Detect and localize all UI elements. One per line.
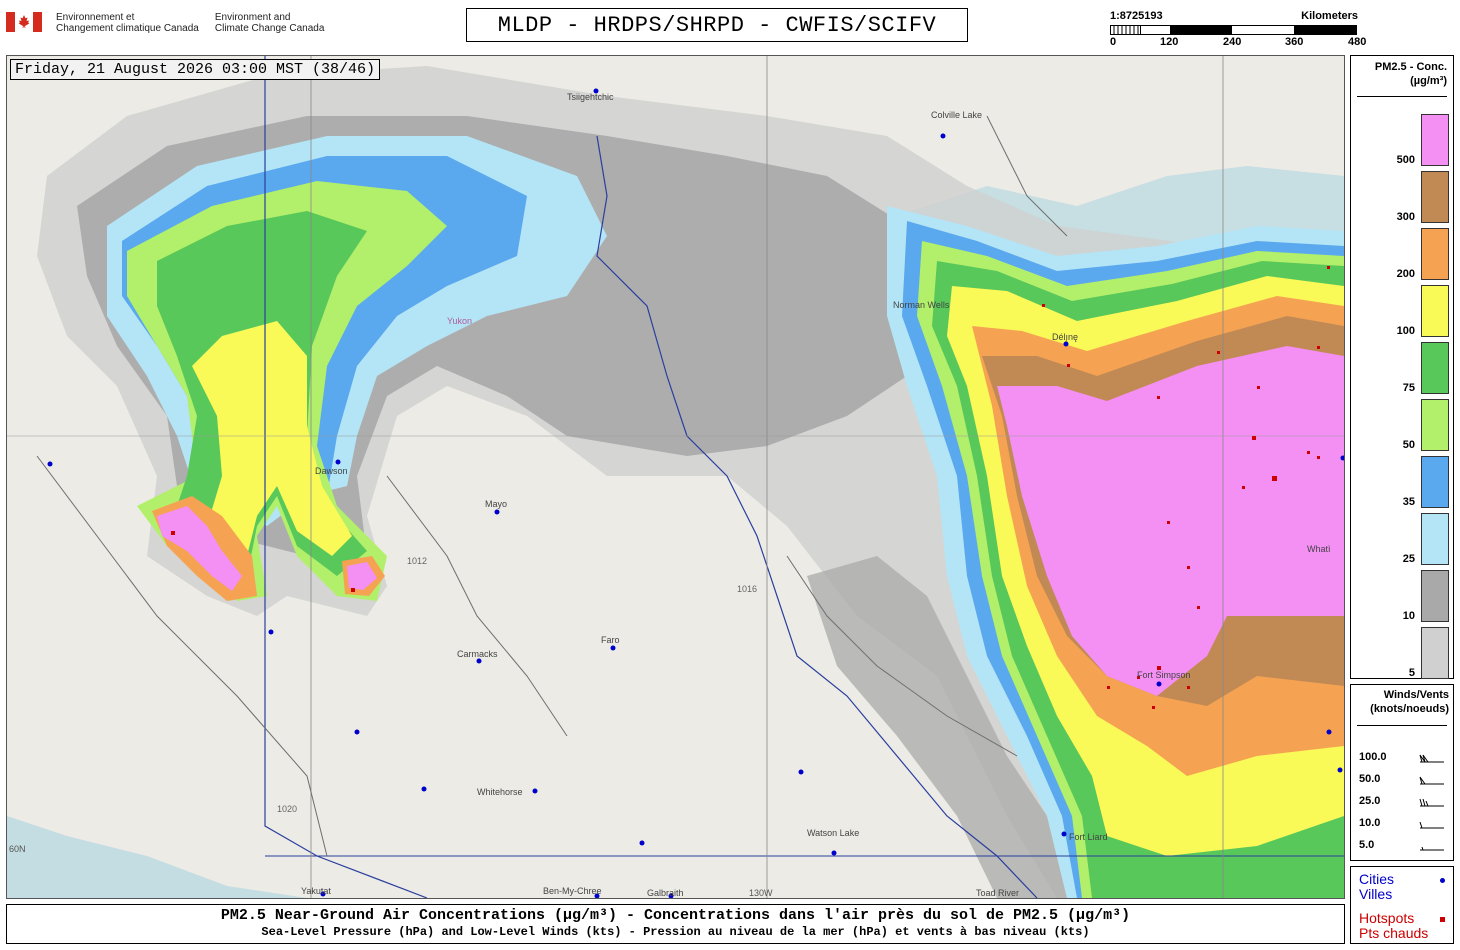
points-legend: Cities Villes Hotspots Pts chauds bbox=[1350, 866, 1454, 944]
city-dot-icon bbox=[1440, 878, 1445, 883]
cities-legend-label: Cities Villes bbox=[1359, 871, 1395, 902]
wind-legend-row: 25.0 bbox=[1359, 795, 1449, 807]
wind-legend-title: Winds/Vents (knots/noeuds) bbox=[1370, 689, 1449, 715]
wind-speed-label: 5.0 bbox=[1359, 839, 1375, 851]
product-title: MLDP - HRDPS/SHRPD - CWFIS/SCIFV bbox=[466, 8, 968, 42]
city-label: Fort Simpson bbox=[1137, 670, 1191, 680]
legend-bin-label: 5 bbox=[1408, 667, 1415, 679]
wind-barb-icon bbox=[1419, 776, 1444, 785]
scale-label: 480 bbox=[1348, 36, 1367, 48]
wind-legend-row: 100.0 bbox=[1359, 751, 1449, 763]
wind-speed-label: 10.0 bbox=[1359, 817, 1381, 829]
caption-main: PM2.5 Near-Ground Air Concentrations (µg… bbox=[220, 907, 1131, 924]
legend-bin-label: 300 bbox=[1396, 211, 1415, 223]
legend-bin-label: 100 bbox=[1396, 325, 1415, 337]
graticule-label: 130W bbox=[749, 888, 773, 898]
city-label: Fort Liard bbox=[1069, 832, 1108, 842]
legend-swatch bbox=[1421, 228, 1449, 280]
map-canvas bbox=[7, 56, 1344, 898]
legend-bin-label: 75 bbox=[1402, 382, 1415, 394]
city-label: Tsiigehtchic bbox=[567, 92, 614, 102]
city-label: Galbraith bbox=[647, 888, 684, 898]
wind-speed-label: 100.0 bbox=[1359, 751, 1387, 763]
city-label: Carmacks bbox=[457, 649, 498, 659]
wind-legend-row: 50.0 bbox=[1359, 773, 1449, 785]
pacific-coast bbox=[7, 816, 307, 898]
city-label: Dawson bbox=[315, 466, 348, 476]
legend-swatch bbox=[1421, 513, 1449, 565]
legend-bin-label: 200 bbox=[1396, 268, 1415, 280]
legend-swatch bbox=[1421, 456, 1449, 508]
scale-unit: Kilometers bbox=[1301, 10, 1358, 22]
territory-label: Yukon bbox=[447, 316, 473, 326]
wind-legend-row: 5.0 bbox=[1359, 839, 1449, 851]
legend-swatch bbox=[1421, 627, 1449, 679]
isobar-label: 1012 bbox=[407, 556, 428, 566]
city-label: Watson Lake bbox=[807, 828, 860, 838]
pm25-legend: PM2.5 - Conc. (µg/m³) 500 300 200 100 75 50 35 2… bbox=[1350, 55, 1454, 679]
legend-title: PM2.5 - Conc. (µg/m³) bbox=[1374, 61, 1447, 87]
scale-label: 360 bbox=[1285, 36, 1304, 48]
isobar-label: 1020 bbox=[277, 804, 298, 814]
wind-barb-icon bbox=[1420, 846, 1444, 851]
legend-swatch bbox=[1421, 285, 1449, 337]
scale-label: 240 bbox=[1223, 36, 1242, 48]
city-label: Délı̨nę bbox=[1052, 332, 1079, 342]
wind-speed-label: 50.0 bbox=[1359, 773, 1381, 785]
legend-swatch bbox=[1421, 171, 1449, 223]
city-label: Mayo bbox=[485, 499, 508, 509]
city-label: Norman Wells bbox=[893, 300, 950, 310]
scale-label: 120 bbox=[1160, 36, 1179, 48]
department-name-fr: Environnement et Changement climatique Ca… bbox=[56, 12, 199, 34]
city-label: Whatì bbox=[1307, 544, 1331, 554]
city-label: Faro bbox=[601, 635, 620, 645]
wind-barb-icon bbox=[1419, 821, 1444, 829]
canada-flag-icon bbox=[6, 12, 42, 32]
map-caption: PM2.5 Near-Ground Air Concentrations (µg… bbox=[6, 904, 1345, 944]
graticule-label: 60N bbox=[9, 844, 26, 854]
hotspot-square-icon bbox=[1440, 917, 1445, 922]
legend-bin-label: 10 bbox=[1402, 610, 1415, 622]
scale-bar: 1:8725193 Kilometers 0 120 240 360 480 bbox=[1110, 10, 1366, 50]
legend-swatch bbox=[1421, 342, 1449, 394]
wind-speed-label: 25.0 bbox=[1359, 795, 1381, 807]
scale-ratio: 1:8725193 bbox=[1110, 10, 1163, 22]
isobar bbox=[386, 475, 568, 737]
caption-sub: Sea-Level Pressure (hPa) and Low-Level W… bbox=[261, 925, 1090, 939]
legend-bin-label: 25 bbox=[1402, 553, 1415, 565]
city-label: Whitehorse bbox=[477, 787, 523, 797]
legend-swatch bbox=[1421, 114, 1449, 166]
hotspots-legend-label: Hotspots Pts chauds bbox=[1359, 910, 1429, 941]
wind-legend-row: 10.0 bbox=[1359, 817, 1449, 829]
pm25-dispersion-map[interactable]: Friday, 21 August 2026 03:00 MST (38/46)… bbox=[6, 55, 1345, 899]
wind-barb-icon bbox=[1419, 754, 1444, 763]
legend-bin-label: 50 bbox=[1402, 439, 1415, 451]
legend-bin-label: 35 bbox=[1402, 496, 1415, 508]
city-label: Toad River bbox=[976, 888, 1020, 898]
wind-barb-icon bbox=[1419, 798, 1444, 807]
government-logo: Environnement et Changement climatique Ca… bbox=[6, 12, 340, 34]
city-label: Yakutat bbox=[301, 886, 331, 896]
department-name-en: Environment and Climate Change Canada bbox=[214, 12, 325, 34]
isobar-label: 1016 bbox=[737, 584, 758, 594]
wind-legend: Winds/Vents (knots/noeuds) 100.0 50.0 25.0 1… bbox=[1350, 684, 1454, 861]
forecast-datetime: Friday, 21 August 2026 03:00 MST (38/46) bbox=[10, 59, 381, 80]
legend-swatch bbox=[1421, 399, 1449, 451]
scale-label: 0 bbox=[1110, 36, 1117, 48]
city-label: Colville Lake bbox=[931, 110, 983, 120]
scale-ruler bbox=[1110, 25, 1357, 35]
legend-bin-label: 500 bbox=[1396, 154, 1415, 166]
city-label: Ben-My-Chree bbox=[543, 886, 602, 896]
legend-swatch bbox=[1421, 570, 1449, 622]
